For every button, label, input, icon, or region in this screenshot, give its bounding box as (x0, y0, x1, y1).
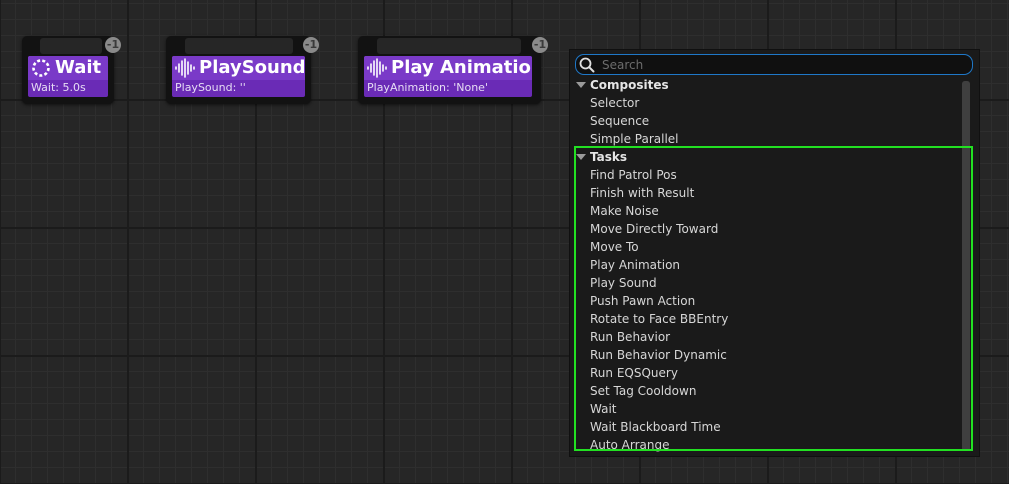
menu-item-push-pawn-action[interactable]: Push Pawn Action (573, 292, 965, 310)
menu-item-rotate-to-face-bbentry[interactable]: Rotate to Face BBEntry (573, 310, 965, 328)
node-wait-index-badge: -1 (105, 37, 121, 53)
node-playsound-title: PlaySound (199, 57, 305, 78)
menu-item-run-behavior-dynamic[interactable]: Run Behavior Dynamic (573, 346, 965, 364)
collapse-caret-icon[interactable] (576, 82, 586, 88)
node-play-animation[interactable]: -1 Play Animation PlayAnimation: 'None' (358, 36, 548, 104)
node-wait-title: Wait (55, 57, 102, 78)
menu-item-sequence[interactable]: Sequence (573, 112, 965, 130)
menu-item-find-patrol-pos[interactable]: Find Patrol Pos (573, 166, 965, 184)
menu-item-set-tag-cooldown[interactable]: Set Tag Cooldown (573, 382, 965, 400)
node-playsound-body: PlaySound PlaySound: '' (172, 56, 305, 97)
node-context-menu: Composites Selector Sequence Simple Para… (569, 49, 980, 457)
node-wait-body: Wait Wait: 5.0s (28, 56, 108, 97)
category-composites[interactable]: Composites (573, 76, 965, 94)
node-play-animation-title: Play Animation (391, 57, 532, 78)
menu-item-auto-arrange[interactable]: Auto Arrange (573, 436, 965, 454)
node-playsound-input-pin[interactable] (185, 38, 293, 54)
menu-item-run-eqsquery[interactable]: Run EQSQuery (573, 364, 965, 382)
node-playsound-subtitle: PlaySound: '' (175, 81, 246, 94)
node-play-animation-subtitle: PlayAnimation: 'None' (367, 81, 488, 94)
node-playsound[interactable]: -1 PlaySound PlaySound: '' (166, 36, 319, 104)
menu-item-finish-with-result[interactable]: Finish with Result (573, 184, 965, 202)
node-playsound-index-badge: -1 (303, 37, 319, 53)
search-box (575, 54, 973, 75)
menu-item-make-noise[interactable]: Make Noise (573, 202, 965, 220)
menu-item-run-behavior[interactable]: Run Behavior (573, 328, 965, 346)
menu-item-wait-blackboard-time[interactable]: Wait Blackboard Time (573, 418, 965, 436)
node-wait-input-pin[interactable] (40, 38, 102, 54)
menu-item-play-sound[interactable]: Play Sound (573, 274, 965, 292)
menu-item-play-animation[interactable]: Play Animation (573, 256, 965, 274)
menu-item-move-directly-toward[interactable]: Move Directly Toward (573, 220, 965, 238)
waveform-icon (366, 57, 388, 79)
menu-scrollbar[interactable] (962, 81, 970, 451)
search-icon (576, 57, 598, 73)
node-play-animation-index-badge: -1 (532, 37, 548, 53)
wait-circle-icon (30, 57, 52, 79)
action-tree: Composites Selector Sequence Simple Para… (573, 76, 965, 454)
waveform-icon (174, 57, 196, 79)
node-wait[interactable]: -1 Wait Wait: 5.0s (22, 36, 121, 104)
category-label: Composites (590, 78, 669, 92)
category-label: Tasks (590, 150, 628, 164)
menu-item-simple-parallel[interactable]: Simple Parallel (573, 130, 965, 148)
node-play-animation-input-pin[interactable] (377, 38, 521, 54)
menu-item-wait[interactable]: Wait (573, 400, 965, 418)
search-input[interactable] (598, 57, 966, 72)
category-tasks[interactable]: Tasks (573, 148, 965, 166)
menu-item-selector[interactable]: Selector (573, 94, 965, 112)
collapse-caret-icon[interactable] (576, 154, 586, 160)
menu-scrollbar-thumb[interactable] (962, 81, 970, 451)
node-wait-subtitle: Wait: 5.0s (31, 81, 86, 94)
menu-item-move-to[interactable]: Move To (573, 238, 965, 256)
node-play-animation-body: Play Animation PlayAnimation: 'None' (364, 56, 532, 97)
